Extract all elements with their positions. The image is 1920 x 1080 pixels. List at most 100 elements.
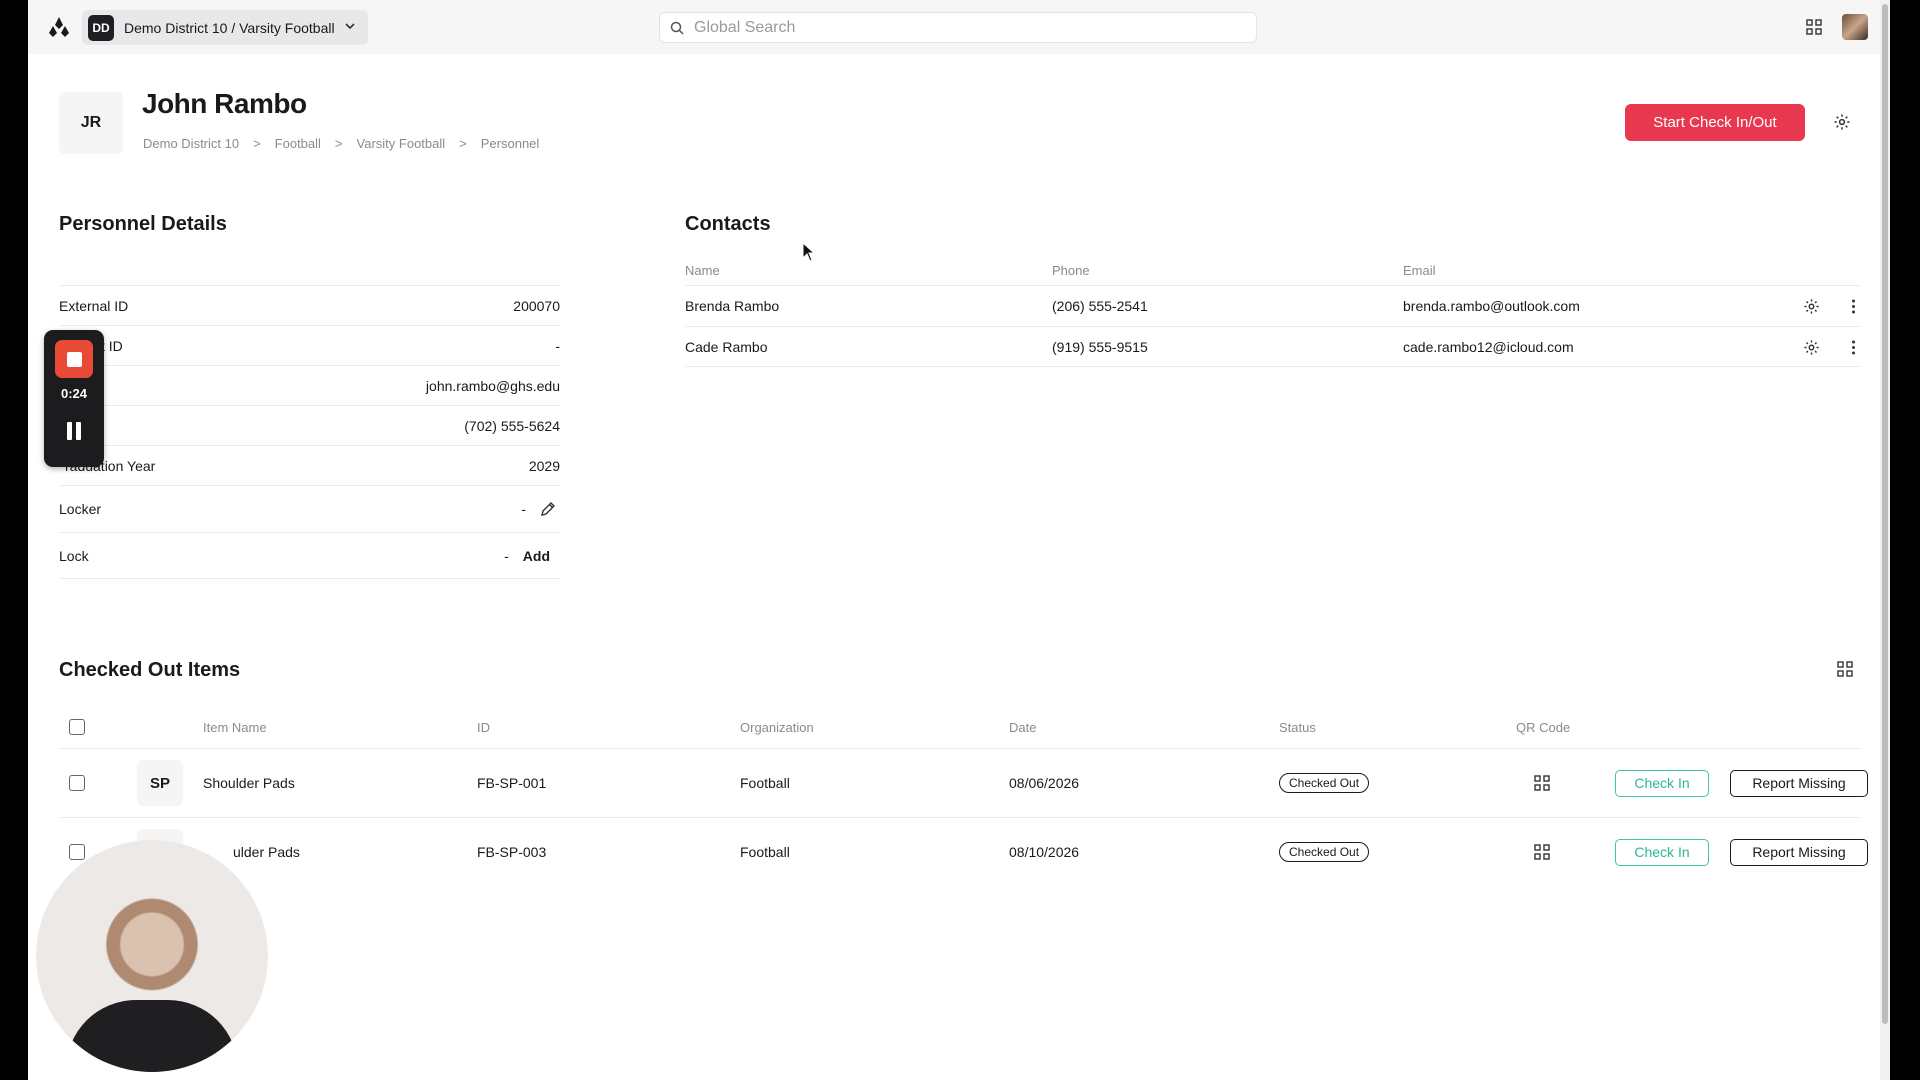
- breadcrumb-item[interactable]: Football: [275, 136, 321, 151]
- gear-icon[interactable]: [1803, 339, 1820, 356]
- contacts-header-row: Name Phone Email: [685, 256, 1861, 285]
- row-checkbox[interactable]: [69, 844, 85, 860]
- column-header: Email: [1403, 263, 1436, 278]
- column-header: QR Code: [1516, 719, 1571, 735]
- personnel-details-title: Personnel Details: [59, 213, 227, 235]
- webcam-bubble[interactable]: [36, 840, 268, 1072]
- detail-value: 200070: [513, 297, 560, 314]
- person-initials: JR: [59, 92, 123, 154]
- detail-value: -: [521, 501, 526, 517]
- contacts-table: Name Phone Email Brenda Rambo (206) 555-…: [685, 256, 1861, 367]
- detail-value: 2029: [528, 457, 560, 474]
- check-in-button[interactable]: Check In: [1615, 838, 1709, 866]
- detail-value: -: [555, 337, 560, 354]
- checked-out-items-table: Item Name ID Organization Date Status QR…: [59, 706, 1868, 886]
- more-vertical-icon[interactable]: [1845, 339, 1862, 356]
- add-lock-link[interactable]: Add: [523, 548, 550, 564]
- webcam-person-image: [66, 1000, 238, 1072]
- org-name: Demo District 10 / Varsity Football: [124, 19, 335, 36]
- page-title: John Rambo: [142, 88, 307, 119]
- org-switcher[interactable]: DD Demo District 10 / Varsity Football: [82, 10, 368, 45]
- check-in-button[interactable]: Check In: [1615, 769, 1709, 797]
- breadcrumb-separator: >: [253, 136, 261, 151]
- column-header: Date: [1009, 719, 1037, 735]
- org-badge: DD: [88, 14, 114, 41]
- contact-row[interactable]: Brenda Rambo (206) 555-2541 brenda.rambo…: [685, 285, 1861, 326]
- item-organization: Football: [740, 844, 790, 860]
- item-row[interactable]: SP Shoulder Pads FB-SP-001 Football 08/0…: [59, 748, 1868, 817]
- detail-row: raduation Year 2029: [59, 445, 560, 485]
- contact-email: brenda.rambo@outlook.com: [1403, 298, 1580, 314]
- user-avatar[interactable]: [1842, 14, 1868, 40]
- column-header: ID: [477, 719, 490, 735]
- column-header: Status: [1279, 719, 1316, 735]
- detail-row: Locker -: [59, 485, 560, 532]
- screen-recorder-panel: 0:24: [44, 330, 104, 467]
- personnel-details-list: External ID 200070 t ID - john.rambo@ghs…: [59, 285, 560, 579]
- items-header-row: Item Name ID Organization Date Status QR…: [59, 706, 1861, 748]
- apps-grid-icon[interactable]: [1806, 19, 1822, 35]
- detail-value-group: - Add: [504, 548, 560, 564]
- item-organization: Football: [740, 775, 790, 791]
- column-header: Phone: [1052, 263, 1090, 278]
- detail-row: External ID 200070: [59, 285, 560, 325]
- item-name: Shoulder Pads: [203, 775, 295, 791]
- detail-row: t ID -: [59, 325, 560, 365]
- pause-icon[interactable]: [65, 421, 83, 441]
- contact-name: Cade Rambo: [685, 338, 768, 355]
- item-id: FB-SP-001: [477, 775, 547, 791]
- recording-timer: 0:24: [60, 386, 88, 401]
- detail-label: Lock: [59, 547, 89, 564]
- column-header: Name: [685, 263, 720, 278]
- contact-email: cade.rambo12@icloud.com: [1403, 338, 1574, 355]
- gear-icon[interactable]: [1803, 298, 1820, 315]
- column-header: Item Name: [203, 719, 267, 735]
- breadcrumb-separator: >: [459, 136, 467, 151]
- checked-out-items-title: Checked Out Items: [59, 659, 241, 681]
- vertical-scrollbar[interactable]: [1880, 0, 1890, 1080]
- stop-recording-button[interactable]: [55, 340, 93, 378]
- chevron-down-icon: [345, 23, 355, 30]
- detail-row: Lock - Add: [59, 532, 560, 579]
- detail-value: john.rambo@ghs.edu: [425, 377, 560, 394]
- pencil-icon[interactable]: [540, 501, 556, 517]
- top-bar: DD Demo District 10 / Varsity Football: [28, 0, 1890, 54]
- contact-phone: (206) 555-2541: [1052, 298, 1148, 314]
- item-name: ulder Pads: [233, 844, 300, 860]
- qr-code-icon[interactable]: [1534, 775, 1550, 791]
- item-id: FB-SP-003: [477, 844, 547, 860]
- contact-phone: (919) 555-9515: [1052, 338, 1148, 355]
- search-icon: [670, 21, 684, 35]
- stop-icon: [66, 351, 82, 367]
- detail-value-group: -: [521, 501, 560, 517]
- search-input[interactable]: [694, 18, 1234, 37]
- item-row[interactable]: ulder Pads FB-SP-003 Football 08/10/2026…: [59, 817, 1868, 886]
- qr-code-icon[interactable]: [1534, 844, 1550, 860]
- global-search[interactable]: [659, 12, 1257, 43]
- app-logo-icon[interactable]: [48, 16, 70, 38]
- report-missing-button[interactable]: Report Missing: [1730, 769, 1868, 797]
- contacts-title: Contacts: [685, 213, 771, 235]
- breadcrumb-item[interactable]: Personnel: [481, 136, 540, 151]
- detail-label: External ID: [59, 297, 129, 314]
- breadcrumb: Demo District 10 > Football > Varsity Fo…: [143, 136, 539, 151]
- item-date: 08/10/2026: [1009, 844, 1080, 860]
- contact-row[interactable]: Cade Rambo (919) 555-9515 cade.rambo12@i…: [685, 326, 1861, 367]
- breadcrumb-item[interactable]: Varsity Football: [357, 136, 446, 151]
- detail-value: -: [504, 547, 509, 564]
- status-badge: Checked Out: [1279, 842, 1370, 862]
- contact-name: Brenda Rambo: [685, 298, 780, 314]
- breadcrumb-separator: >: [334, 136, 343, 151]
- more-vertical-icon[interactable]: [1845, 298, 1862, 315]
- scrollbar-thumb[interactable]: [1882, 4, 1888, 1024]
- detail-value: (702) 555-5624: [464, 417, 560, 434]
- gear-icon[interactable]: [1833, 113, 1851, 131]
- qr-grid-icon[interactable]: [1837, 661, 1853, 677]
- row-checkbox[interactable]: [69, 775, 85, 791]
- report-missing-button[interactable]: Report Missing: [1730, 838, 1868, 866]
- detail-row: john.rambo@ghs.edu: [59, 365, 560, 405]
- start-check-in-out-button[interactable]: Start Check In/Out: [1625, 104, 1805, 141]
- breadcrumb-item[interactable]: Demo District 10: [143, 136, 239, 151]
- select-all-checkbox[interactable]: [69, 719, 85, 735]
- item-date: 08/06/2026: [1009, 775, 1080, 791]
